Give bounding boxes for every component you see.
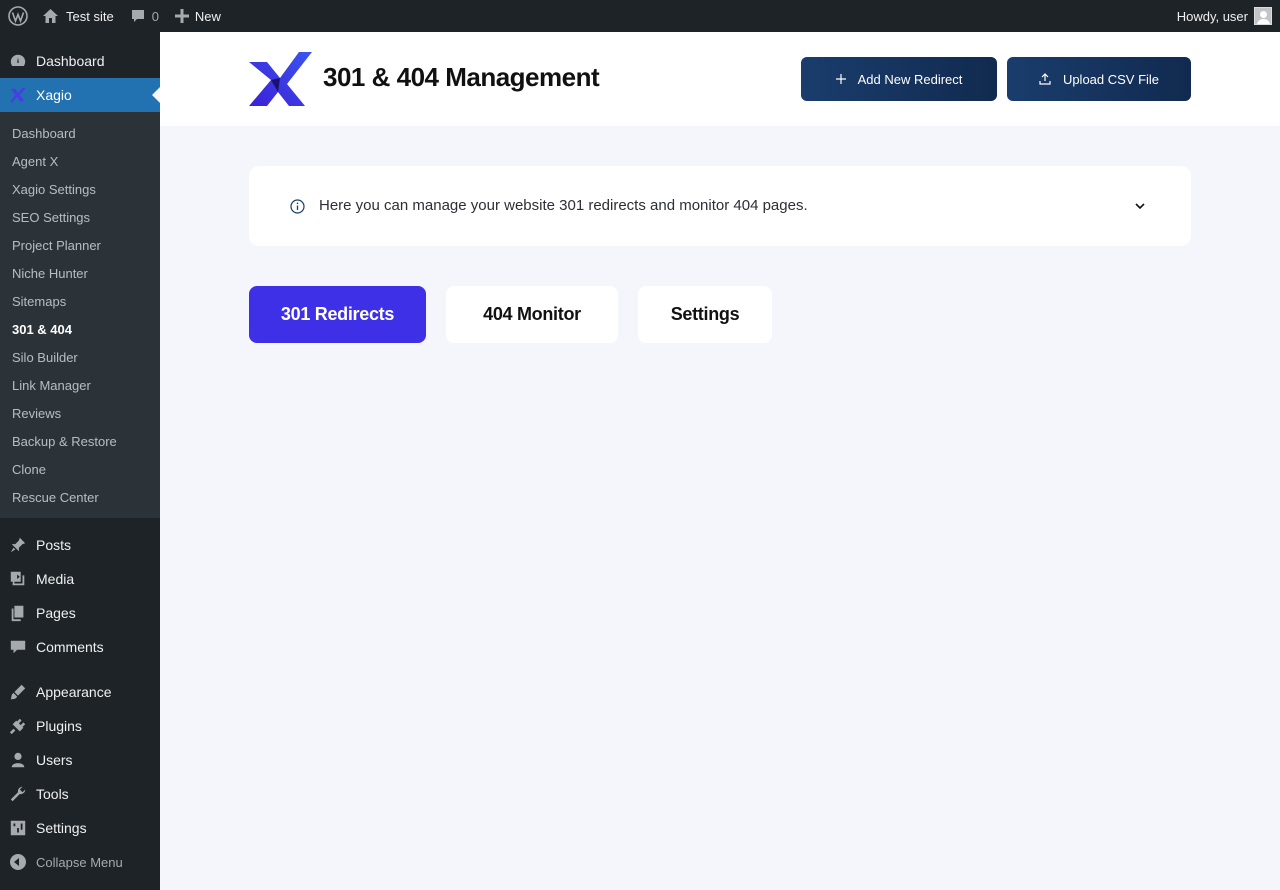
submenu-item[interactable]: Backup & Restore <box>0 427 160 455</box>
greeting-text: Howdy, user <box>1176 8 1248 24</box>
submenu-item[interactable]: Dashboard <box>0 119 160 147</box>
submenu-item[interactable]: Reviews <box>0 399 160 427</box>
submenu-item[interactable]: Niche Hunter <box>0 259 160 287</box>
admin-bar: Test site 0 New Howdy, user <box>0 0 1280 32</box>
sliders-icon <box>10 820 26 836</box>
sidebar-item-pages[interactable]: Pages <box>0 596 160 630</box>
tab-301-redirects[interactable]: 301 Redirects <box>249 286 426 343</box>
tab-404-monitor[interactable]: 404 Monitor <box>446 286 618 343</box>
wordpress-icon <box>8 6 28 26</box>
dashboard-icon <box>10 54 26 66</box>
info-panel[interactable]: Here you can manage your website 301 red… <box>249 166 1191 246</box>
sidebar-item-posts[interactable]: Posts <box>0 528 160 562</box>
submenu-item[interactable]: Clone <box>0 455 160 483</box>
submenu-item[interactable]: SEO Settings <box>0 203 160 231</box>
xagio-submenu: Dashboard Agent X Xagio Settings SEO Set… <box>0 112 160 518</box>
admin-sidebar: Dashboard Xagio Dashboard Agent X Xagio … <box>0 32 160 890</box>
new-label: New <box>194 8 221 24</box>
add-new-redirect-button[interactable]: Add New Redirect <box>801 57 997 101</box>
upload-icon <box>1039 73 1051 85</box>
media-icon <box>10 571 25 586</box>
submenu-item[interactable]: Rescue Center <box>0 483 160 511</box>
xagio-icon <box>9 87 27 103</box>
sidebar-item-users[interactable]: Users <box>0 743 160 777</box>
info-icon <box>290 199 305 214</box>
plug-icon <box>9 718 26 735</box>
sidebar-item-xagio[interactable]: Xagio <box>0 78 160 112</box>
site-name-link[interactable]: Test site <box>36 0 122 32</box>
sidebar-item-comments[interactable]: Comments <box>0 630 160 664</box>
submenu-item[interactable]: Project Planner <box>0 231 160 259</box>
xagio-logo-icon <box>249 52 312 106</box>
comments-count: 0 <box>151 8 159 24</box>
comments-link[interactable]: 0 <box>122 0 167 32</box>
user-account-menu[interactable]: Howdy, user <box>1177 0 1280 32</box>
plus-icon <box>174 9 189 23</box>
new-content-link[interactable]: New <box>167 0 229 32</box>
site-name-label: Test site <box>66 8 114 24</box>
page-header: 301 & 404 Management Add New Redirect Up… <box>160 32 1280 126</box>
submenu-item[interactable]: Silo Builder <box>0 343 160 371</box>
submenu-item[interactable]: Agent X <box>0 147 160 175</box>
submenu-item[interactable]: Xagio Settings <box>0 175 160 203</box>
collapse-icon <box>10 854 26 870</box>
submenu-item[interactable]: Link Manager <box>0 371 160 399</box>
pages-icon <box>11 605 24 622</box>
submenu-item[interactable]: Sitemaps <box>0 287 160 315</box>
sidebar-item-appearance[interactable]: Appearance <box>0 675 160 709</box>
comments-icon <box>10 640 26 654</box>
tab-settings[interactable]: Settings <box>638 286 772 343</box>
chevron-down-icon[interactable] <box>1133 199 1147 213</box>
plus-icon <box>835 74 846 84</box>
comment-bubble-icon <box>131 10 144 22</box>
sidebar-item-plugins[interactable]: Plugins <box>0 709 160 743</box>
pin-icon <box>10 537 26 553</box>
home-icon <box>43 9 58 23</box>
info-text: Here you can manage your website 301 red… <box>319 197 808 214</box>
sidebar-item-settings[interactable]: Settings <box>0 811 160 845</box>
collapse-menu-button[interactable]: Collapse Menu <box>0 845 160 879</box>
avatar <box>1254 7 1272 25</box>
sidebar-item-tools[interactable]: Tools <box>0 777 160 811</box>
user-icon <box>11 752 25 768</box>
brush-icon <box>10 684 26 700</box>
sidebar-item-dashboard[interactable]: Dashboard <box>0 44 160 78</box>
wrench-icon <box>10 786 26 802</box>
submenu-item-301-404[interactable]: 301 & 404 <box>0 315 160 343</box>
page-title: 301 & 404 Management <box>323 62 600 92</box>
upload-csv-button[interactable]: Upload CSV File <box>1007 57 1191 101</box>
wordpress-logo-button[interactable] <box>0 0 36 32</box>
sidebar-item-media[interactable]: Media <box>0 562 160 596</box>
